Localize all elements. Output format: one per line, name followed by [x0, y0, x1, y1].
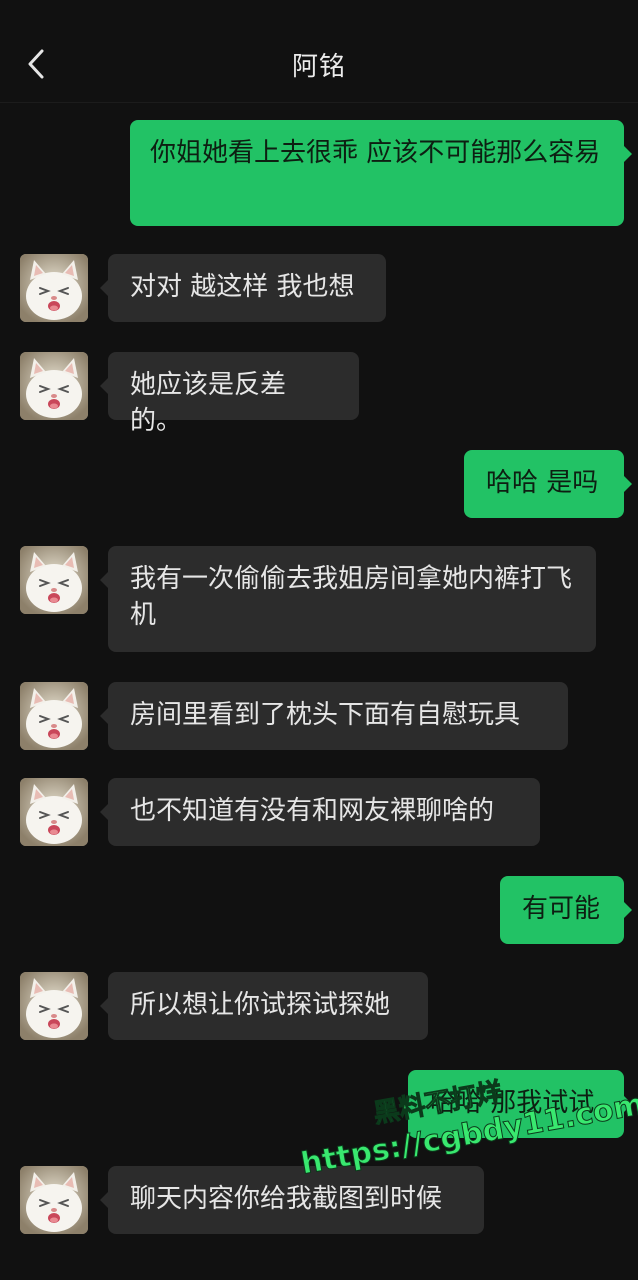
contact-avatar[interactable]	[20, 682, 88, 750]
outgoing-message-bubble[interactable]: 哈哈 是吗	[464, 450, 632, 518]
message-text: 房间里看到了枕头下面有自慰玩具	[130, 700, 521, 730]
message-text: 哈哈 那我试试	[430, 1088, 595, 1118]
incoming-message-bubble[interactable]: 聊天内容你给我截图到时候	[100, 1166, 484, 1234]
outgoing-message-bubble[interactable]: 你姐她看上去很乖 应该不可能那么容易	[130, 120, 632, 226]
contact-avatar[interactable]	[20, 352, 88, 420]
message-text: 你姐她看上去很乖 应该不可能那么容易	[150, 138, 601, 168]
incoming-message-bubble[interactable]: 对对 越这样 我也想	[100, 254, 386, 322]
incoming-message-bubble[interactable]: 房间里看到了枕头下面有自慰玩具	[100, 682, 568, 750]
message-text: 聊天内容你给我截图到时候	[130, 1184, 443, 1214]
incoming-message-bubble[interactable]: 她应该是反差的。	[100, 352, 359, 436]
contact-avatar[interactable]	[20, 778, 88, 846]
contact-avatar[interactable]	[20, 972, 88, 1040]
cat-avatar-icon	[20, 546, 88, 614]
contact-avatar[interactable]	[20, 1166, 88, 1234]
message-text: 对对 越这样 我也想	[130, 272, 355, 302]
cat-avatar-icon	[20, 1166, 88, 1234]
cat-avatar-icon	[20, 972, 88, 1040]
cat-avatar-icon	[20, 778, 88, 846]
contact-avatar[interactable]	[20, 546, 88, 614]
message-text: 我有一次偷偷去我姐房间拿她内裤打飞机	[130, 564, 573, 630]
outgoing-message-bubble[interactable]: 有可能	[500, 876, 632, 944]
cat-avatar-icon	[20, 682, 88, 750]
incoming-message-bubble[interactable]: 我有一次偷偷去我姐房间拿她内裤打飞机	[100, 546, 596, 652]
chat-header: 阿铭	[0, 0, 638, 103]
cat-avatar-icon	[20, 352, 88, 420]
chat-title: 阿铭	[291, 52, 346, 82]
incoming-message-bubble[interactable]: 所以想让你试探试探她	[100, 972, 428, 1040]
contact-avatar[interactable]	[20, 254, 88, 322]
cat-avatar-icon	[20, 254, 88, 322]
message-text: 她应该是反差的。	[130, 370, 287, 436]
outgoing-message-bubble[interactable]: 哈哈 那我试试	[408, 1070, 632, 1138]
message-text: 也不知道有没有和网友裸聊啥的	[130, 796, 495, 826]
message-text: 所以想让你试探试探她	[130, 990, 391, 1020]
incoming-message-bubble[interactable]: 也不知道有没有和网友裸聊啥的	[100, 778, 540, 846]
message-text: 哈哈 是吗	[486, 468, 599, 498]
message-text: 有可能	[522, 894, 601, 924]
